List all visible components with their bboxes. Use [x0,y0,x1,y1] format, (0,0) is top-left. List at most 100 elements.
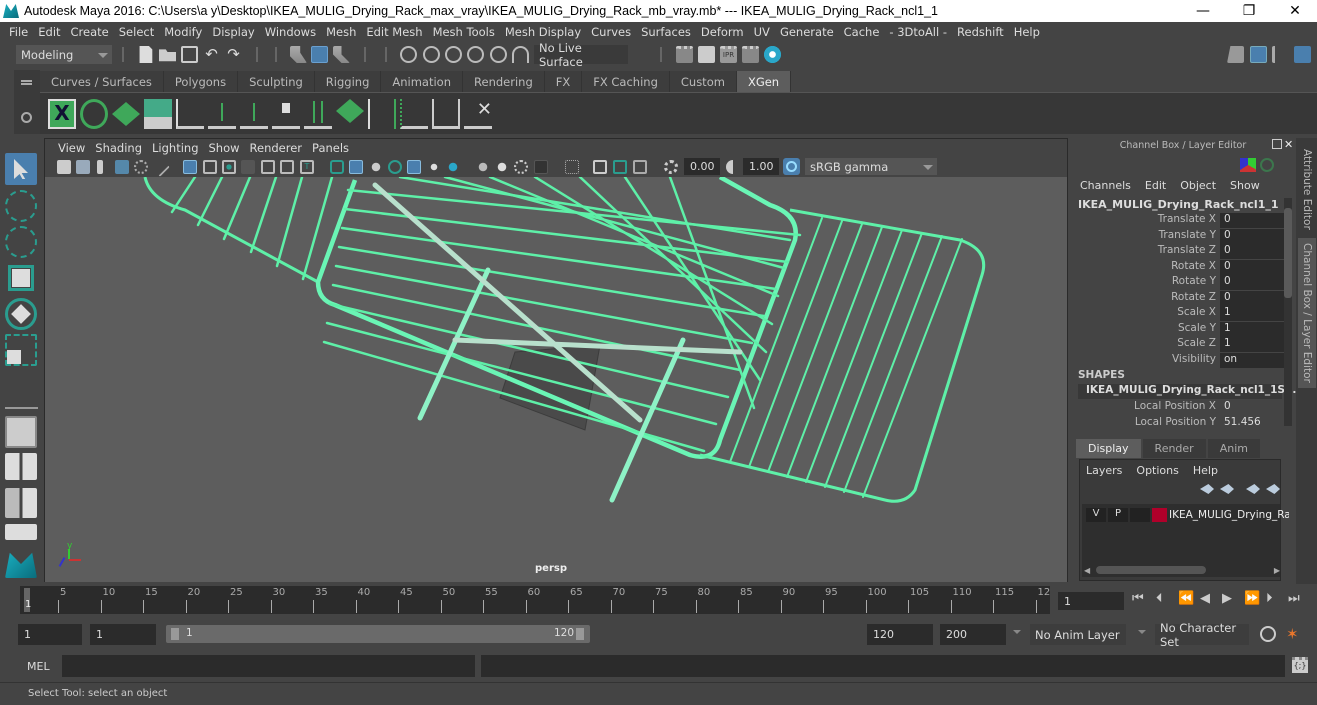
channel-label[interactable]: Rotate X [1072,260,1220,275]
channel-value[interactable]: 1 [1220,306,1284,321]
layer-display-type-toggle[interactable] [1130,508,1150,522]
snap-curve-icon[interactable] [423,46,440,63]
float-panel-icon[interactable] [1272,139,1282,149]
multisample-aa-icon[interactable] [514,160,528,174]
menu-mesh[interactable]: Mesh [321,25,361,39]
layer-row[interactable]: V P IKEA_MULIG_Drying_Rack [1086,507,1289,523]
menu-3dtoall[interactable]: - 3DtoAll - [884,25,952,39]
menu-modify[interactable]: Modify [159,25,207,39]
selected-object-name[interactable]: IKEA_MULIG_Drying_Rack_ncl1_1 [1078,198,1279,211]
wireframe-on-shaded-icon[interactable] [388,160,402,174]
xgen-editor-icon[interactable]: X [48,99,76,129]
new-scene-icon[interactable] [139,46,153,63]
bookmark-icon[interactable] [97,160,103,174]
speed-icon[interactable] [1260,158,1274,172]
layer-name[interactable]: IKEA_MULIG_Drying_Rack [1169,509,1289,521]
channel-row[interactable]: Rotate Z0 [1072,290,1284,306]
menu-display[interactable]: Display [207,25,259,39]
channel-label[interactable]: Visibility [1072,353,1220,368]
persp-outliner-layout-icon[interactable] [5,488,37,518]
menu-deform[interactable]: Deform [696,25,749,39]
channel-label[interactable]: Scale X [1072,306,1220,321]
live-surface-field[interactable]: No Live Surface [534,41,628,69]
menu-curves[interactable]: Curves [586,25,636,39]
xray-icon[interactable] [593,160,607,174]
channel-value[interactable]: 0 [1220,259,1284,275]
gamma-icon[interactable] [726,160,740,174]
channel-label[interactable]: Local Position Y [1072,416,1220,431]
channel-row[interactable]: Translate Z0 [1072,244,1284,259]
channel-value[interactable]: 0 [1220,244,1284,259]
resolution-gate-icon[interactable] [222,160,236,174]
layer-tab-anim[interactable]: Anim [1207,439,1260,458]
menu-help[interactable]: Help [1009,25,1045,39]
channel-value[interactable]: 0 [1220,228,1284,244]
channel-box-scrollbar[interactable] [1284,198,1292,426]
xgen-rebuild-icon[interactable] [368,99,396,129]
channel-label[interactable]: Rotate Z [1072,291,1220,306]
script-editor-icon[interactable]: {;} [1292,657,1308,673]
attribute-editor-tab[interactable]: Attribute Editor [1298,144,1316,234]
channel-value[interactable]: 1 [1220,321,1284,337]
2d-pan-zoom-icon[interactable] [134,160,148,174]
shape-channel-row[interactable]: Local Position X0 [1072,400,1284,415]
shelf-menu-icon[interactable] [21,80,32,82]
shelf-tab-polygons[interactable]: Polygons [163,71,239,92]
channel-value[interactable]: on [1220,352,1284,368]
command-input[interactable] [62,655,475,677]
shelf-tab-rigging[interactable]: Rigging [314,71,382,92]
channel-box-menu-edit[interactable]: Edit [1145,179,1166,192]
motion-blur-icon[interactable] [495,160,509,174]
shelf-tab-animation[interactable]: Animation [381,71,464,92]
tool-settings-toggle-icon[interactable] [1272,46,1289,63]
snap-edge-icon[interactable] [512,46,529,63]
timeline-track[interactable]: 1 5 10 15 20 25 30 35 40 45 50 55 60 65 70 75 80 85 90 95 1… [20,586,1050,614]
channel-label[interactable]: Rotate Y [1072,275,1220,290]
close-button[interactable]: ✕ [1272,0,1317,22]
depth-of-field-icon[interactable] [534,160,548,174]
color-management-icon[interactable] [783,158,800,175]
viewport-menu-view[interactable]: View [53,141,90,155]
layer-visibility-toggle[interactable]: V [1086,508,1106,522]
channel-row[interactable]: Translate X0 [1072,213,1284,228]
scale-tool-icon[interactable] [5,334,37,366]
viewport-menu-shading[interactable]: Shading [90,141,147,155]
shelf-gear-icon[interactable] [21,112,32,123]
grid-toggle-icon[interactable] [183,160,197,174]
xgen-create-description-icon[interactable] [144,99,172,129]
shelf-tab-fx[interactable]: FX [544,71,583,92]
step-forward-frame-button[interactable]: ⏵ [1266,592,1273,606]
range-end-handle[interactable] [576,628,584,640]
render-settings-icon[interactable] [742,46,759,63]
snap-live-icon[interactable] [490,46,507,63]
shelf-tab-custom[interactable]: Custom [669,71,737,92]
channel-value[interactable]: 0 [1220,213,1284,228]
camera-select-icon[interactable] [57,160,71,174]
channel-label[interactable]: Scale Z [1072,337,1220,352]
go-to-start-button[interactable]: ⏮ [1132,592,1144,606]
menu-cache[interactable]: Cache [839,25,885,39]
channel-label[interactable]: Translate X [1072,213,1220,228]
channel-box-menu-channels[interactable]: Channels [1080,179,1131,192]
viewport-menu-show[interactable]: Show [204,141,245,155]
shelf-tab-xgen[interactable]: XGen [736,71,792,92]
snap-view-plane-icon[interactable] [467,46,484,63]
attribute-editor-toggle-icon[interactable] [1250,46,1267,63]
anim-layer-dropdown[interactable]: No Anim Layer [1030,624,1126,645]
menu-redshift[interactable]: Redshift [952,25,1009,39]
shelf-tab-curves-surfaces[interactable]: Curves / Surfaces [40,71,164,92]
xgen-bound-icon[interactable] [432,99,460,129]
new-layer-selected-icon[interactable] [1266,484,1280,494]
snap-point-icon[interactable] [445,46,462,63]
play-backwards-button[interactable]: ◀ [1200,592,1210,606]
channel-value[interactable]: 0 [1220,400,1284,415]
menu-create[interactable]: Create [66,25,114,39]
xray-active-components-icon[interactable] [613,160,627,174]
safe-title-icon[interactable]: T [300,160,314,174]
persp-graph-layout-icon[interactable] [5,524,37,540]
grease-pencil-icon[interactable] [150,157,170,177]
ipr-render-icon[interactable]: IPR [720,46,737,63]
screen-space-ao-icon[interactable] [476,160,490,174]
menu-set-dropdown[interactable]: Modeling [16,45,112,64]
character-set-chevron-icon[interactable] [1138,630,1146,634]
